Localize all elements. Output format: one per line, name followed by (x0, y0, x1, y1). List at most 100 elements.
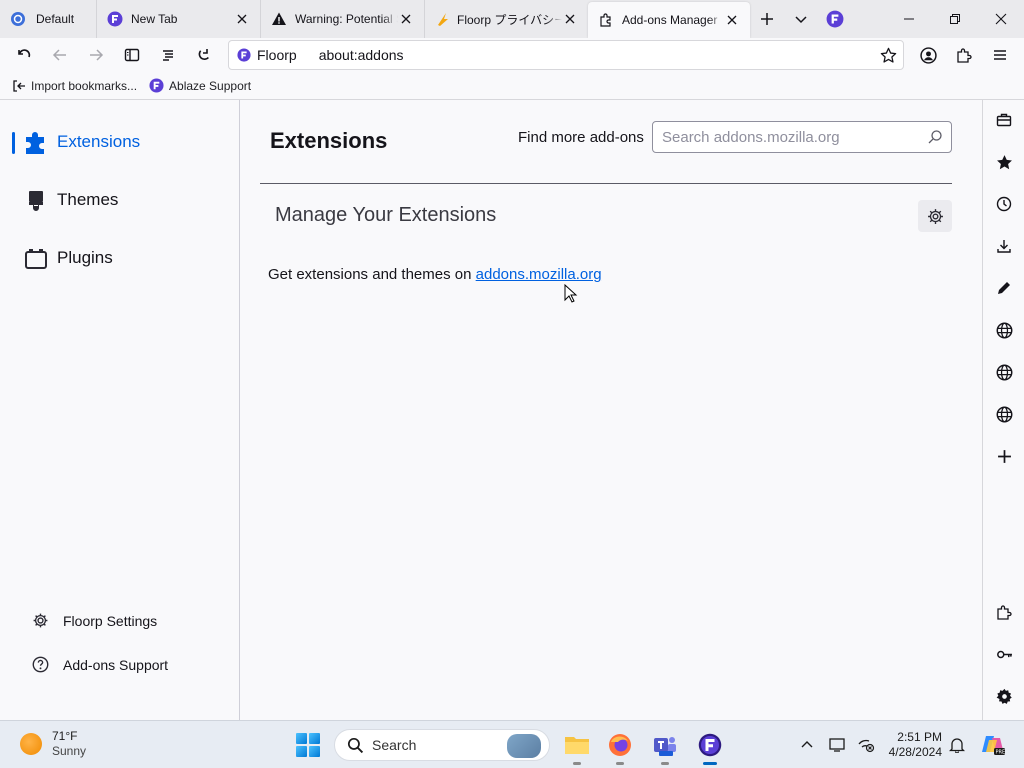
sidebar-settings-button[interactable] (992, 684, 1016, 708)
tree-style-tab-button[interactable] (150, 40, 186, 70)
reload-icon (198, 49, 209, 60)
plugin-icon (25, 249, 47, 269)
file-explorer-button[interactable] (563, 731, 591, 765)
bookmark-ablaze-support[interactable]: Ablaze Support (149, 78, 251, 93)
notifications-button[interactable] (946, 737, 968, 753)
undo-close-tab-button[interactable] (6, 40, 42, 70)
divider (260, 183, 952, 184)
account-button[interactable] (910, 40, 946, 70)
floorp-menu-button[interactable] (818, 0, 852, 38)
url-text[interactable]: about:addons (319, 47, 404, 63)
tab-addons-manager[interactable]: Add-ons Manager (588, 2, 750, 38)
sidebar-history-button[interactable] (992, 192, 1016, 216)
minimize-button[interactable] (886, 0, 932, 38)
close-icon[interactable] (724, 12, 740, 28)
clock-time: 2:51 PM (897, 730, 942, 744)
tab-title: Warning: Potential Security Risk Ahead (295, 12, 398, 26)
tab-new-tab[interactable]: New Tab (96, 0, 260, 38)
app-menu-button[interactable] (982, 40, 1018, 70)
reload-button[interactable] (186, 40, 222, 70)
extensions-button[interactable] (946, 40, 982, 70)
search-highlight-image (507, 734, 541, 758)
floorp-orange-icon (438, 13, 448, 26)
floorp-icon (107, 11, 123, 27)
back-button[interactable] (42, 40, 78, 70)
bookmark-import[interactable]: Import bookmarks... (12, 79, 137, 93)
workspace-icon (11, 12, 25, 26)
arrow-right-icon (90, 49, 104, 61)
sidebar-downloads-button[interactable] (992, 234, 1016, 258)
globe-icon (996, 364, 1012, 380)
sidebar-addons-button[interactable] (992, 600, 1016, 624)
copilot-button[interactable]: PRE (976, 734, 1010, 756)
addons-search-box[interactable] (652, 121, 952, 153)
toolbox-icon (996, 113, 1012, 127)
import-icon (13, 79, 25, 92)
system-tray (796, 721, 880, 768)
restore-icon (950, 14, 960, 24)
star-icon (996, 154, 1012, 169)
taskbar-clock[interactable]: 2:51 PM 4/28/2024 (880, 730, 942, 760)
identity-box[interactable]: Floorp (237, 47, 297, 63)
puzzle-icon (997, 605, 1012, 620)
sidebar-add-panel-button[interactable] (992, 444, 1016, 468)
download-icon (997, 240, 1011, 253)
floorp-settings-link[interactable]: Floorp Settings (32, 612, 157, 629)
sidebar-web-panel-button[interactable] (992, 360, 1016, 384)
sidebar-bookmarks-button[interactable] (992, 150, 1016, 174)
taskbar-search-label: Search (372, 737, 417, 753)
categories-nav: Extensions Themes Plugins Floorp Setting… (0, 100, 240, 720)
close-icon[interactable] (562, 11, 578, 27)
start-button[interactable] (296, 733, 320, 757)
svg-text:PRE: PRE (996, 750, 1006, 756)
sidebar-notes-button[interactable] (992, 276, 1016, 300)
close-window-button[interactable] (978, 0, 1024, 38)
pencil-icon (998, 282, 1010, 294)
identity-label: Floorp (257, 47, 297, 63)
workspace-selector[interactable]: Default (0, 0, 96, 38)
url-bar[interactable]: Floorp about:addons (228, 40, 904, 70)
teams-button[interactable] (651, 731, 679, 765)
bookmark-star-button[interactable] (880, 47, 897, 67)
star-icon (880, 47, 897, 63)
show-hidden-icons-button[interactable] (796, 739, 818, 751)
firefox-button[interactable] (606, 731, 634, 765)
bell-icon (949, 738, 965, 753)
account-icon (919, 46, 937, 64)
display-tray-icon[interactable] (824, 737, 852, 753)
floorp-icon (149, 78, 164, 93)
addons-support-link[interactable]: Add-ons Support (32, 656, 168, 673)
amo-link[interactable]: addons.mozilla.org (476, 266, 602, 283)
search-input[interactable] (662, 128, 912, 146)
sidebar-web-panel-button[interactable] (992, 402, 1016, 426)
floorp-taskbar-button[interactable] (696, 731, 724, 765)
puzzle-icon (26, 132, 44, 154)
sidebar-bmm-button[interactable] (992, 108, 1016, 132)
close-icon[interactable] (234, 11, 250, 27)
plus-icon (761, 13, 773, 25)
new-tab-button[interactable] (750, 0, 784, 38)
tab-floorp-privacy[interactable]: Floorp プライバシーポリシー (424, 0, 588, 38)
sidebar-toggle-button[interactable] (114, 40, 150, 70)
forward-button[interactable] (78, 40, 114, 70)
sun-icon (20, 733, 42, 755)
category-extensions[interactable]: Extensions (0, 122, 239, 162)
arrow-left-icon (52, 49, 66, 61)
close-icon[interactable] (398, 11, 414, 27)
close-icon (995, 13, 1007, 25)
category-label: Extensions (57, 132, 141, 151)
network-tray-icon[interactable] (852, 737, 880, 753)
gear-icon (996, 688, 1012, 704)
restore-button[interactable] (932, 0, 978, 38)
tab-warning[interactable]: Warning: Potential Security Risk Ahead (260, 0, 424, 38)
list-all-tabs-button[interactable] (784, 0, 818, 38)
sidebar-web-panel-button[interactable] (992, 318, 1016, 342)
category-themes[interactable]: Themes (0, 180, 239, 220)
taskbar-search[interactable]: Search (334, 729, 550, 761)
undo-icon (18, 49, 31, 58)
weather-widget[interactable]: 71°F Sunny (20, 729, 86, 759)
sidebar-passwords-button[interactable] (992, 642, 1016, 666)
category-plugins[interactable]: Plugins (0, 238, 239, 278)
sidebar-icon (124, 48, 140, 62)
tools-menu-button[interactable] (918, 200, 952, 232)
